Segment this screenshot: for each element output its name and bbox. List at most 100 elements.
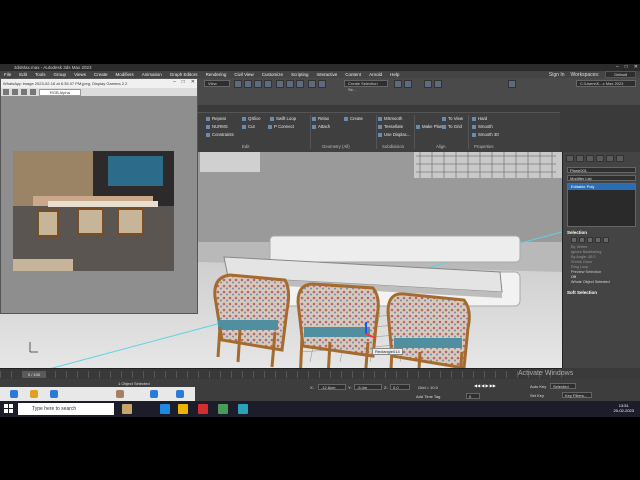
project-path-dropdown[interactable]: C:\Users\K...x Max 2023 — [576, 80, 636, 87]
frame-indicator[interactable]: 0 / 100 — [22, 371, 46, 378]
cut-button[interactable]: Cut — [242, 124, 255, 129]
current-frame-field[interactable]: 0 — [466, 393, 480, 399]
3dsmax-taskbar-icon[interactable] — [238, 404, 248, 414]
edge-icon[interactable] — [579, 237, 585, 243]
align-icon[interactable] — [404, 80, 412, 88]
menu-file[interactable]: File — [0, 72, 15, 77]
clone-icon[interactable] — [12, 89, 18, 95]
sign-in-button[interactable]: Sign In — [549, 72, 565, 78]
preview-off-radio[interactable]: Off — [571, 275, 632, 279]
selection-set-dropdown[interactable]: Create Selection Se... — [344, 80, 388, 92]
snap-icon[interactable] — [308, 80, 316, 88]
print-icon[interactable] — [21, 89, 27, 95]
nurms-button[interactable]: NURMS — [206, 124, 228, 129]
constraints-button[interactable]: Constraints — [206, 132, 234, 137]
p-connect-button[interactable]: P Connect — [268, 124, 294, 129]
preview-app-icon[interactable] — [150, 390, 158, 398]
selection-option[interactable]: Ignore Backfacing — [571, 250, 632, 254]
viewer-close-icon[interactable]: ✕ — [191, 79, 195, 85]
menu-animation[interactable]: Animation — [138, 72, 166, 77]
preview-app-icon[interactable] — [176, 390, 184, 398]
menu-scripting[interactable]: Scripting — [287, 72, 313, 77]
menu-content[interactable]: Content — [341, 72, 365, 77]
border-icon[interactable] — [587, 237, 593, 243]
render-setup-icon[interactable] — [424, 80, 432, 88]
workspace-dropdown[interactable]: Default — [605, 71, 636, 78]
taskbar-search-input[interactable]: Type here to search — [18, 403, 114, 415]
x-coordinate-field[interactable]: -12.8cm — [318, 384, 346, 390]
select-icon[interactable] — [234, 80, 242, 88]
modify-tab-icon[interactable] — [576, 155, 584, 162]
stack-item-editable-poly[interactable]: Editable Poly — [568, 184, 635, 190]
rotate-icon[interactable] — [286, 80, 294, 88]
selection-option[interactable]: By Vertex — [571, 245, 632, 249]
window-crossing-icon[interactable] — [264, 80, 272, 88]
auto-key-button[interactable]: Auto Key — [530, 384, 546, 389]
selection-rollout[interactable]: Selection — [567, 230, 636, 235]
key-mode-dropdown[interactable]: Selected — [550, 383, 576, 389]
modifier-list-dropdown[interactable]: Modifier List — [567, 175, 636, 181]
to-view-button[interactable]: To View — [442, 116, 463, 121]
selection-option[interactable]: By Angle: 45.0 — [571, 255, 632, 259]
qslice-button[interactable]: QSlice — [242, 116, 261, 121]
angle-snap-icon[interactable] — [318, 80, 326, 88]
create-button[interactable]: Create — [344, 116, 363, 121]
tessellate-button[interactable]: Tessellate — [378, 124, 403, 129]
menu-views[interactable]: Views — [70, 72, 90, 77]
home-icon[interactable] — [508, 80, 516, 88]
vertex-icon[interactable] — [571, 237, 577, 243]
add-time-tag-button[interactable]: Add Time Tag — [416, 394, 440, 399]
motion-tab-icon[interactable] — [596, 155, 604, 162]
channel-dropdown[interactable]: RGB Alpha — [39, 88, 81, 96]
soft-selection-rollout[interactable]: Soft Selection — [567, 290, 636, 295]
preview-app-icon[interactable] — [30, 390, 38, 398]
taskview-icon[interactable] — [122, 404, 132, 414]
file-explorer-icon[interactable] — [178, 404, 188, 414]
save-image-icon[interactable] — [3, 89, 9, 95]
render-icon[interactable] — [434, 80, 442, 88]
to-grid-button[interactable]: To Grid — [442, 124, 462, 129]
app-icon[interactable] — [218, 404, 228, 414]
viewer-maximize-icon[interactable]: □ — [182, 79, 185, 85]
menu-help[interactable]: Help — [386, 72, 403, 77]
menu-customize[interactable]: Customize — [258, 72, 287, 77]
viewer-minimize-icon[interactable]: – — [173, 79, 176, 85]
preview-app-icon[interactable] — [50, 390, 58, 398]
use-displacement-button[interactable]: Use Displac... — [378, 132, 411, 137]
menu-edit[interactable]: Edit — [15, 72, 31, 77]
menu-create[interactable]: Create — [90, 72, 112, 77]
preview-app-icon[interactable] — [10, 390, 18, 398]
region-select-icon[interactable] — [254, 80, 262, 88]
msmooth-button[interactable]: MSmooth — [378, 116, 402, 121]
key-filters-button[interactable]: Key Filters... — [562, 392, 592, 398]
repeat-button[interactable]: Repeat — [206, 116, 226, 121]
set-key-button[interactable]: Set Key — [530, 393, 544, 398]
mirror-icon[interactable] — [394, 80, 402, 88]
app-icon[interactable] — [198, 404, 208, 414]
minimize-icon[interactable]: – — [616, 64, 619, 70]
selection-option[interactable]: Ring Loop — [571, 265, 632, 269]
close-icon[interactable]: ✕ — [634, 64, 638, 70]
menu-tools[interactable]: Tools — [31, 72, 50, 77]
element-icon[interactable] — [603, 237, 609, 243]
menu-arnold[interactable]: Arnold — [365, 72, 386, 77]
move-icon[interactable] — [276, 80, 284, 88]
windows-start-icon[interactable] — [4, 404, 13, 413]
menu-civil-view[interactable]: Civil View — [230, 72, 257, 77]
object-name-field[interactable]: Plane001 — [567, 167, 636, 173]
menu-rendering[interactable]: Rendering — [202, 72, 231, 77]
menu-graph-editors[interactable]: Graph Editors — [166, 72, 202, 77]
clear-icon[interactable] — [30, 89, 36, 95]
display-tab-icon[interactable] — [606, 155, 614, 162]
smooth-button[interactable]: Smooth — [472, 124, 493, 129]
relax-button[interactable]: Relax — [312, 116, 329, 121]
polygon-icon[interactable] — [595, 237, 601, 243]
menu-modifiers[interactable]: Modifiers — [112, 72, 138, 77]
utilities-tab-icon[interactable] — [616, 155, 624, 162]
preview-app-icon[interactable] — [116, 390, 124, 398]
selection-option[interactable]: Shrink Grow — [571, 260, 632, 264]
z-coordinate-field[interactable]: 0.0 — [390, 384, 410, 390]
edge-browser-icon[interactable] — [160, 404, 170, 414]
time-slider[interactable]: 0 / 100 — [0, 368, 562, 379]
scale-icon[interactable] — [296, 80, 304, 88]
